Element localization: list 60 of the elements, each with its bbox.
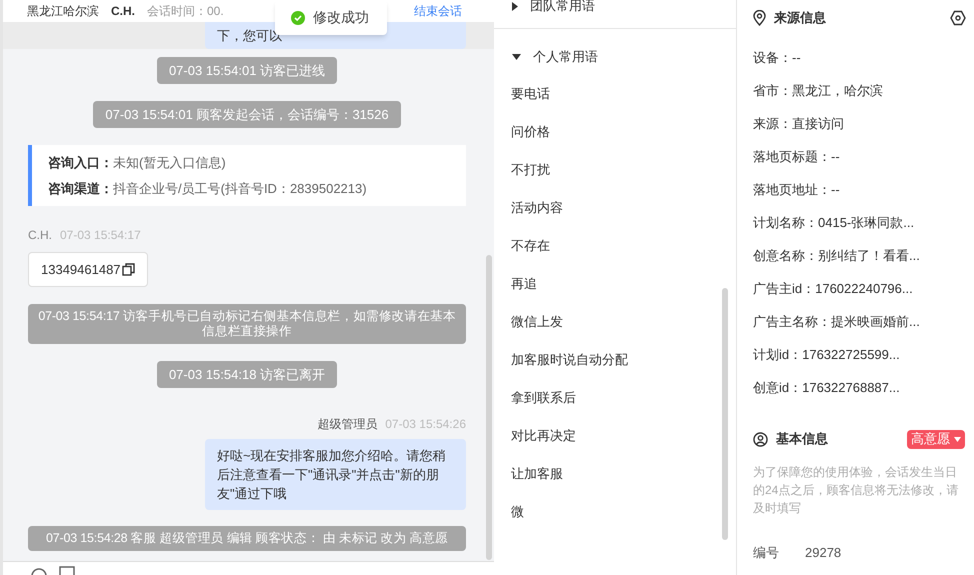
quick-reply-item[interactable]: 微 (494, 493, 736, 531)
session-time: 会话时间：00. (147, 3, 224, 20)
info-value: 未知(暂无入口信息) (113, 154, 226, 172)
source-info-row-text: 计划id：176322725599... (753, 346, 901, 364)
caret-down-icon (954, 436, 961, 442)
chat-bubble: 好哒~现在安排客服加您介绍哈。请您稍后注意查看一下"通讯录"并点击"新的朋友"通过下哦 (205, 439, 466, 510)
quick-reply-item[interactable]: 对比再决定 (494, 417, 736, 455)
source-info-row-text: 设备：-- (753, 48, 802, 67)
source-info-row-text: 省市：黑龙江，哈尔滨 (753, 82, 884, 100)
source-info-row-text: 创意名称：别纠结了！看看... (753, 246, 921, 265)
field-value: 29278 (805, 544, 842, 562)
quick-reply-item[interactable]: 加客服时说自动分配 (494, 341, 736, 379)
source-info-row-text: 广告主id：176022240796... (753, 280, 914, 298)
info-label: 咨询入口： (48, 154, 113, 172)
source-info-row-text: 广告主名称：提米映画婚前... (753, 312, 921, 331)
quick-reply-item[interactable]: 不打扰 (494, 151, 736, 189)
quick-reply-item[interactable]: 问价格 (494, 113, 736, 151)
reply-group[interactable]: 个人常用语 (494, 43, 736, 71)
copy-icon[interactable] (122, 263, 135, 276)
source-info-row-text: 创意id：176322768887... (753, 378, 901, 397)
end-session-button[interactable]: 结束会话 (414, 2, 462, 20)
system-message: 07-03 15:54:17 访客手机号已自动标记右侧基本信息栏，如需修改请在基本信息栏直接操作 (28, 304, 466, 344)
source-info-row-text: 来源：直接访问 (753, 114, 845, 133)
field-label: 编号 (753, 544, 779, 562)
sender-name: 超级管理员 (317, 416, 378, 433)
info-label: 咨询渠道： (48, 180, 113, 198)
quick-reply-item[interactable]: 要电话 (494, 75, 736, 113)
location-pin-icon (753, 10, 766, 26)
user-icon (753, 432, 768, 446)
notice-text: 为了保障您的使用体验，会话发生当日的24点之后，顾客信息将无法修改，请及时填写 (753, 464, 960, 517)
section-title: 来源信息 (774, 9, 826, 28)
quick-reply-item[interactable]: 拿到联系后 (494, 379, 736, 417)
caret-right-icon (512, 2, 518, 10)
sender-name: C.H. (28, 227, 52, 244)
system-message: 07-03 15:54:18 访客已离开 (156, 361, 338, 388)
caret-down-icon (512, 54, 521, 60)
system-message: 07-03 15:54:01 顾客发起会话，会话编号：31526 (93, 101, 401, 128)
section-title: 基本信息 (776, 430, 828, 448)
visitor-name: C.H. (111, 3, 135, 20)
message-time: 07-03 15:54:17 (60, 227, 141, 244)
quick-reply-item[interactable]: 活动内容 (494, 189, 736, 227)
source-info-row-text: 落地页标题：-- (753, 148, 841, 166)
quick-reply-item[interactable]: 让加客服 (494, 455, 736, 493)
location-text: 黑龙江哈尔滨 (27, 3, 99, 20)
scrollbar[interactable] (722, 288, 728, 540)
quick-reply-item[interactable]: 再追 (494, 265, 736, 303)
success-icon (291, 10, 305, 24)
info-value: 抖音企业号/员工号(抖音号ID：2839502213) (113, 180, 367, 198)
system-message: 07-03 15:54:28 客服 超级管理员 编辑 顾客状态： 由 未标记 改为 高意愿 (28, 526, 466, 551)
quick-reply-item[interactable]: 不存在 (494, 227, 736, 265)
scrollbar[interactable] (486, 255, 492, 560)
system-message: 07-03 15:54:01 访客已进线 (156, 57, 338, 84)
settings-icon[interactable] (950, 10, 966, 26)
emoji-icon[interactable] (31, 566, 47, 575)
quick-reply-item[interactable]: 微信上发 (494, 303, 736, 341)
image-icon[interactable] (59, 566, 75, 575)
source-info-row-text: 落地页地址：-- (753, 180, 841, 199)
message-time: 07-03 15:54:26 (385, 416, 466, 433)
source-info-row-text: 计划名称：0415-张琳同款... (753, 214, 916, 232)
chat-bubble: 13349461487 (28, 252, 148, 287)
